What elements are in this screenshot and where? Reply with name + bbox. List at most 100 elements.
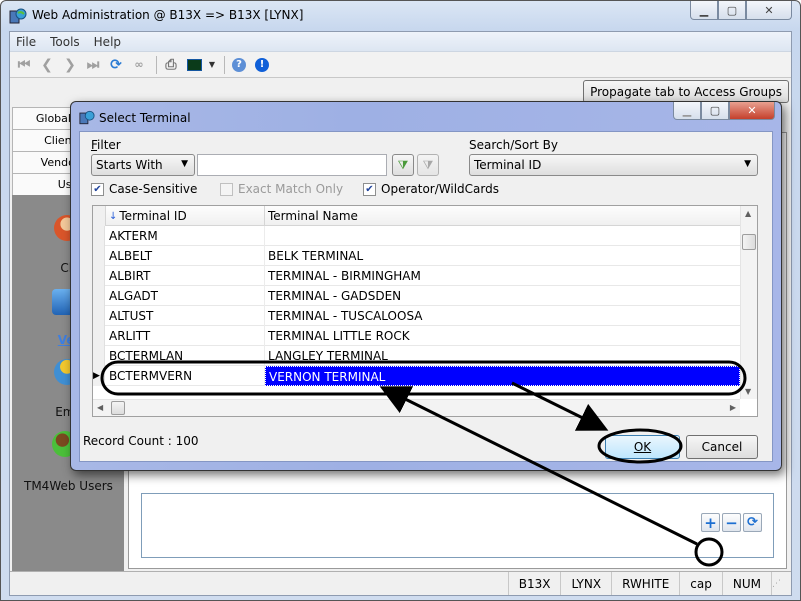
filter-value-input[interactable]	[197, 154, 387, 176]
horizontal-scroll-thumb[interactable]	[111, 401, 125, 415]
maximize-button[interactable]: ▢	[718, 1, 746, 20]
ok-button[interactable]: OK	[605, 435, 680, 459]
search-sort-select[interactable]: Terminal ID ▼	[469, 154, 758, 176]
toolbar-separator	[156, 55, 157, 74]
case-sensitive-checkbox[interactable]: ✔ Case-Sensitive	[91, 182, 197, 196]
refresh-icon[interactable]: ⟳	[743, 513, 762, 532]
column-title: Terminal ID	[119, 209, 187, 223]
menu-help[interactable]: Help	[94, 35, 121, 49]
table-row[interactable]: ALTUST TERMINAL - TUSCALOOSA	[93, 306, 740, 326]
operator-wildcards-checkbox[interactable]: ✔ Operator/WildCards	[363, 182, 499, 196]
row-selector[interactable]	[93, 326, 105, 346]
cell-terminal-name	[265, 226, 740, 246]
cell-terminal-name: TERMINAL LITTLE ROCK	[268, 329, 410, 343]
print-icon[interactable]: ⎙	[161, 55, 181, 75]
funnel-clear-icon: ⧩	[422, 157, 434, 172]
vertical-scrollbar[interactable]: ▲ ▼	[740, 206, 757, 399]
close-icon: ✕	[764, 3, 774, 17]
horizontal-scrollbar[interactable]: ◀ ▶	[93, 399, 740, 416]
scroll-up-icon[interactable]: ▲	[745, 209, 751, 218]
current-row-indicator-icon[interactable]: ▶	[93, 366, 105, 386]
window-title: Web Administration @ B13X => B13X [LYNX]	[32, 8, 304, 22]
monitor-icon[interactable]	[184, 55, 204, 75]
dialog-close-button[interactable]: ✕	[729, 102, 775, 120]
row-selector[interactable]	[93, 346, 105, 366]
status-server: B13X	[507, 572, 561, 595]
vertical-scroll-thumb[interactable]	[742, 234, 756, 250]
dialog-title: Select Terminal	[99, 111, 191, 125]
status-caps: cap	[679, 572, 722, 595]
table-row[interactable]: ARLITT TERMINAL LITTLE ROCK	[93, 326, 740, 346]
title-bar[interactable]: Web Administration @ B13X => B13X [LYNX]…	[1, 1, 800, 31]
next-record-icon[interactable]: ❯	[60, 55, 80, 75]
column-header-terminal-name[interactable]: Terminal Name	[265, 206, 740, 226]
maximize-icon: ▢	[709, 104, 721, 117]
cell-terminal-id: ALTUST	[106, 306, 265, 326]
table-row[interactable]: AKTERM	[93, 226, 740, 246]
dropdown-arrow-icon[interactable]: ▼	[207, 55, 217, 75]
minimize-button[interactable]: ▁	[690, 1, 718, 20]
row-selector[interactable]	[93, 266, 105, 286]
operator-wildcards-label: Operator/WildCards	[381, 182, 499, 196]
table-row[interactable]: ALBELT BELK TERMINAL	[93, 246, 740, 266]
close-button[interactable]: ✕	[746, 1, 792, 20]
last-record-icon[interactable]: ⏭	[83, 55, 103, 75]
toolbar: ⏮ ❮ ❯ ⏭ ⟳ ∞ ⎙ ▼ ? !	[10, 52, 791, 78]
propagate-tab-button[interactable]: Propagate tab to Access Groups	[583, 80, 789, 103]
add-icon[interactable]: +	[701, 513, 720, 532]
cell-terminal-id: ALBIRT	[106, 266, 265, 286]
status-num: NUM	[721, 572, 771, 595]
checkbox-checked-icon: ✔	[363, 182, 376, 196]
scroll-right-icon[interactable]: ▶	[730, 403, 736, 412]
info-icon[interactable]: !	[252, 55, 272, 75]
row-selector-header	[93, 206, 106, 226]
dialog-body: Filter Starts With ▼ ⧩ ⧩ Search/Sort By …	[79, 131, 773, 462]
row-selector[interactable]	[93, 286, 105, 306]
cancel-label: Cancel	[701, 440, 743, 454]
filter-label: Filter	[91, 138, 121, 152]
cell-terminal-id: ARLITT	[106, 326, 265, 346]
column-header-terminal-id[interactable]: ↓ Terminal ID	[106, 206, 265, 226]
column-title: Terminal Name	[268, 209, 358, 223]
exact-match-checkbox[interactable]: Exact Match Only	[220, 182, 343, 196]
menu-tools[interactable]: Tools	[50, 35, 80, 49]
side-item-tm4web-users[interactable]: TM4Web Users	[0, 479, 124, 493]
ok-label: OK	[633, 440, 652, 454]
row-selector[interactable]	[93, 306, 105, 326]
filter-mode-select[interactable]: Starts With ▼	[91, 154, 195, 176]
access-list[interactable]	[141, 493, 774, 558]
binoculars-icon[interactable]: ∞	[129, 55, 149, 75]
help-icon[interactable]: ?	[229, 55, 249, 75]
search-sort-label: Search/Sort By	[469, 138, 559, 152]
resize-grip[interactable]: ⋰	[771, 572, 791, 595]
cancel-button[interactable]: Cancel	[686, 435, 758, 459]
previous-record-icon[interactable]: ❮	[37, 55, 57, 75]
checkbox-checked-icon: ✔	[91, 182, 104, 196]
app-globe-icon	[9, 8, 27, 24]
exact-match-label: Exact Match Only	[238, 182, 344, 196]
cell-terminal-name: BELK TERMINAL	[268, 249, 364, 263]
dialog-minimize-button[interactable]: ▁	[673, 102, 701, 120]
scroll-down-icon[interactable]: ▼	[745, 387, 751, 396]
funnel-apply-icon: ⧩	[397, 157, 409, 172]
close-icon: ✕	[747, 104, 757, 117]
cell-terminal-id: BCTERMLAN	[106, 346, 265, 366]
row-selector[interactable]	[93, 246, 105, 266]
minimize-icon: ▁	[699, 3, 709, 17]
remove-icon[interactable]: −	[722, 513, 741, 532]
menu-file[interactable]: File	[16, 35, 36, 49]
table-row[interactable]: ALBIRT TERMINAL - BIRMINGHAM	[93, 266, 740, 286]
filter-mode-value: Starts With	[96, 158, 163, 172]
toolbar-separator	[224, 55, 225, 74]
dialog-maximize-button[interactable]: ▢	[701, 102, 729, 120]
refresh-icon[interactable]: ⟳	[106, 55, 126, 75]
clear-filter-button[interactable]: ⧩	[417, 154, 439, 176]
record-count: Record Count : 100	[83, 434, 199, 448]
row-selector[interactable]	[93, 226, 105, 246]
table-row[interactable]: ALGADT TERMINAL - GADSDEN	[93, 286, 740, 306]
scroll-left-icon[interactable]: ◀	[97, 403, 103, 412]
selected-table-row[interactable]: ▶ BCTERMVERN VERNON TERMINAL	[93, 366, 740, 386]
apply-filter-button[interactable]: ⧩	[392, 154, 414, 176]
table-row[interactable]: BCTERMLAN LANGLEY TERMINAL	[93, 346, 740, 366]
first-record-icon[interactable]: ⏮	[14, 55, 34, 75]
